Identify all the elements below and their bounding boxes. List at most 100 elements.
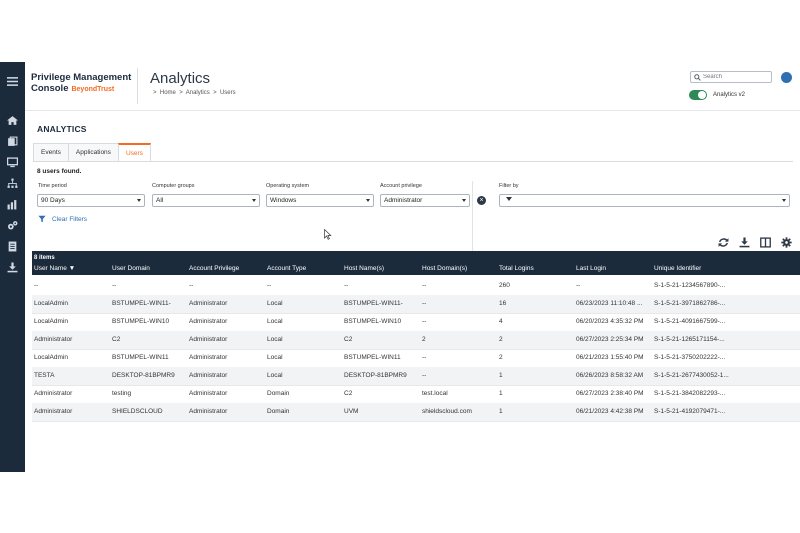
download-icon[interactable] bbox=[4, 260, 21, 274]
column-header-account-type[interactable]: Account Type bbox=[267, 265, 306, 272]
cell-last-login: 06/21/2023 4:42:38 PM bbox=[576, 408, 644, 415]
table-row[interactable]: -- -- -- -- -- -- 260 -- S-1-5-21-123456… bbox=[32, 277, 800, 296]
cell-user-name: -- bbox=[34, 282, 39, 289]
filter-icon bbox=[506, 197, 512, 201]
cell-last-login: 06/26/2023 8:58:32 AM bbox=[576, 372, 644, 379]
cell-user-domain: BSTUMPEL-WIN11 bbox=[112, 354, 169, 361]
page-title: Analytics bbox=[150, 70, 211, 87]
breadcrumb-sep: > bbox=[153, 90, 157, 96]
account-privilege-select[interactable]: Administrator bbox=[380, 194, 470, 207]
cell-total-logins: 260 bbox=[499, 282, 510, 289]
cell-host-names: C2 bbox=[344, 336, 353, 343]
cell-account-type: Local bbox=[267, 336, 283, 343]
clear-filters-link[interactable]: Clear Filters bbox=[38, 215, 87, 223]
table-row[interactable]: LocalAdmin BSTUMPEL-WIN10 Administrator … bbox=[32, 313, 800, 332]
search-box[interactable] bbox=[690, 71, 772, 83]
cell-host-domains: 2 bbox=[422, 336, 426, 343]
cell-last-login: 06/27/2023 2:25:34 PM bbox=[576, 336, 644, 343]
download-icon[interactable] bbox=[739, 235, 750, 248]
table-row[interactable]: Administrator testing Administrator Doma… bbox=[32, 385, 800, 404]
column-header-last-login[interactable]: Last Login bbox=[576, 265, 606, 272]
column-header-host-domains[interactable]: Host Domain(s) bbox=[422, 265, 467, 272]
column-header-account-privilege[interactable]: Account Privilege bbox=[189, 265, 239, 272]
column-header-user-domain[interactable]: User Domain bbox=[112, 265, 150, 272]
cell-user-name: LocalAdmin bbox=[34, 318, 68, 325]
table-row[interactable]: Administrator SHIELDSCLOUD Administrator… bbox=[32, 403, 800, 422]
time-period-select[interactable]: 90 Days bbox=[37, 194, 145, 207]
cell-user-domain: DESKTOP-81BPMR9 bbox=[112, 372, 175, 379]
settings-icon[interactable] bbox=[781, 235, 792, 248]
app-window: Privilege Management Console BeyondTrust … bbox=[0, 62, 800, 472]
cell-total-logins: 1 bbox=[499, 372, 503, 379]
cell-user-domain: SHIELDSCLOUD bbox=[112, 408, 163, 415]
table-row[interactable]: LocalAdmin BSTUMPEL-WIN11 Administrator … bbox=[32, 349, 800, 368]
clipboard-icon[interactable] bbox=[4, 134, 21, 148]
report-icon[interactable] bbox=[4, 239, 21, 253]
brand-title[interactable]: Privilege Management Console BeyondTrust bbox=[31, 72, 131, 95]
main-content: ANALYTICS Events Applications Users 8 us… bbox=[25, 111, 800, 472]
chevron-down-icon bbox=[137, 199, 141, 202]
cell-account-type: Local bbox=[267, 372, 283, 379]
cell-account-privilege: Administrator bbox=[189, 390, 228, 397]
operating-system-select[interactable]: Windows bbox=[266, 194, 374, 207]
table-row[interactable]: LocalAdmin BSTUMPEL-WIN11- Administrator… bbox=[32, 295, 800, 314]
column-header-user-name[interactable]: User Name ▼ bbox=[34, 265, 75, 272]
search-input[interactable] bbox=[703, 72, 767, 82]
hamburger-icon[interactable] bbox=[4, 74, 21, 88]
monitor-icon[interactable] bbox=[4, 155, 21, 169]
breadcrumb-sep: > bbox=[213, 90, 217, 96]
top-header: Privilege Management Console BeyondTrust … bbox=[25, 62, 800, 111]
user-avatar-icon[interactable] bbox=[781, 72, 792, 83]
cell-host-names: BSTUMPEL-WIN11- bbox=[344, 300, 403, 307]
column-header-total-logins[interactable]: Total Logins bbox=[499, 265, 534, 272]
cell-host-names: -- bbox=[344, 282, 349, 289]
beyondtrust-logo: BeyondTrust bbox=[71, 86, 115, 93]
clear-filters-label: Clear Filters bbox=[52, 215, 88, 223]
account-privilege-label: Account privilege bbox=[380, 183, 422, 189]
breadcrumb-sep: > bbox=[179, 90, 183, 96]
tab-users[interactable]: Users bbox=[117, 143, 151, 161]
cell-unique-identifier: S-1-5-21-3842082293-... bbox=[654, 390, 726, 397]
cell-user-name: Administrator bbox=[34, 408, 73, 415]
cell-user-name: TESTA bbox=[34, 372, 55, 379]
filter-by-select[interactable] bbox=[499, 194, 790, 207]
cell-unique-identifier: S-1-5-21-2677430052-1... bbox=[654, 372, 729, 379]
hierarchy-icon[interactable] bbox=[4, 176, 21, 190]
cell-user-name: LocalAdmin bbox=[34, 300, 68, 307]
column-header-unique-identifier[interactable]: Unique Identifier bbox=[654, 265, 701, 272]
column-header-host-names[interactable]: Host Name(s) bbox=[344, 265, 384, 272]
filter-icon bbox=[38, 215, 46, 223]
brand-line1: Privilege Management bbox=[31, 72, 132, 83]
table-header: 8 items User Name ▼ User Domain Account … bbox=[32, 251, 800, 275]
refresh-icon[interactable] bbox=[718, 235, 729, 247]
cell-unique-identifier: S-1-5-21-1265171154-... bbox=[654, 336, 725, 343]
cell-host-names: C2 bbox=[344, 390, 353, 397]
cell-account-type: Local bbox=[267, 300, 283, 307]
table-row[interactable]: TESTA DESKTOP-81BPMR9 Administrator Loca… bbox=[32, 367, 800, 386]
breadcrumb-analytics[interactable]: Analytics bbox=[186, 90, 210, 96]
cell-user-domain: C2 bbox=[112, 336, 121, 343]
cell-unique-identifier: S-1-5-21-4091667599-... bbox=[654, 318, 726, 325]
analytics-v2-toggle[interactable] bbox=[689, 90, 707, 100]
cell-user-domain: -- bbox=[112, 282, 117, 289]
table-row[interactable]: Administrator C2 Administrator Local C2 … bbox=[32, 331, 800, 350]
cell-unique-identifier: S-1-5-21-3750202222-... bbox=[654, 354, 726, 361]
tab-applications[interactable]: Applications bbox=[67, 143, 119, 161]
breadcrumb-home[interactable]: Home bbox=[160, 90, 176, 96]
search-icon bbox=[694, 74, 701, 81]
analytics-icon[interactable] bbox=[4, 197, 21, 211]
mouse-cursor-icon bbox=[324, 229, 332, 240]
cell-user-name: LocalAdmin bbox=[34, 354, 68, 361]
cell-host-domains: -- bbox=[422, 372, 427, 379]
home-icon[interactable] bbox=[4, 113, 21, 127]
columns-icon[interactable] bbox=[760, 235, 771, 248]
cell-unique-identifier: S-1-5-21-3971862786-... bbox=[654, 300, 726, 307]
cell-account-privilege: Administrator bbox=[189, 300, 228, 307]
filter-divider bbox=[472, 181, 473, 256]
gears-icon[interactable] bbox=[4, 218, 21, 232]
clear-account-privilege-icon[interactable]: × bbox=[477, 196, 486, 205]
computer-groups-select[interactable]: All bbox=[152, 194, 260, 207]
toggle-label: Analytics v2 bbox=[713, 92, 746, 98]
tab-events[interactable]: Events bbox=[33, 143, 69, 161]
cell-account-privilege: Administrator bbox=[189, 408, 228, 415]
